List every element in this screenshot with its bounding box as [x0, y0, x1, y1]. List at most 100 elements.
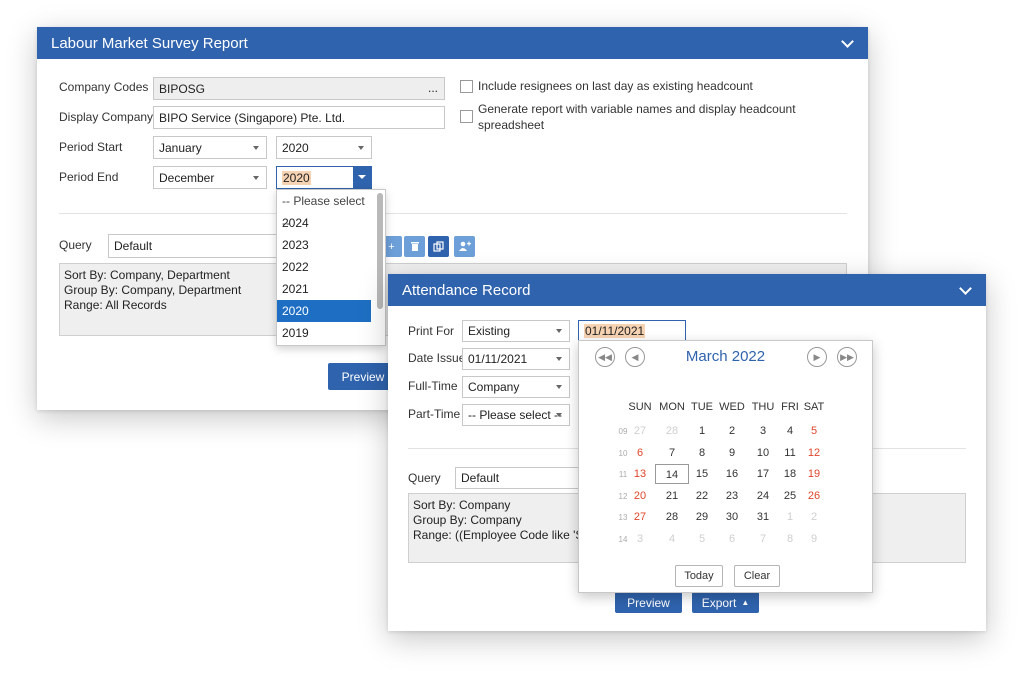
calendar-day[interactable]: 24: [748, 486, 778, 506]
delete-icon[interactable]: [404, 236, 425, 257]
today-button[interactable]: Today: [675, 565, 723, 587]
attendance-title: Attendance Record: [402, 281, 531, 299]
calendar-day[interactable]: 17: [748, 464, 778, 484]
print-for-select[interactable]: Existing: [462, 320, 570, 342]
date-issue-value: 01/11/2021: [468, 352, 528, 366]
calendar-day[interactable]: 5: [799, 421, 829, 441]
print-for-label: Print For: [408, 324, 455, 338]
calendar-day[interactable]: 20: [625, 486, 655, 506]
calendar-day[interactable]: 10: [748, 443, 778, 463]
query-label: Query: [59, 238, 92, 252]
year-option[interactable]: -- Please select --: [277, 190, 371, 230]
year-option[interactable]: 2021: [277, 278, 371, 300]
calendar-day[interactable]: 6: [717, 529, 747, 549]
chevron-down-icon[interactable]: [842, 37, 854, 49]
year-option[interactable]: 2019: [277, 322, 371, 344]
year-dropdown-list[interactable]: -- Please select -- 2024 2023 2022 2021 …: [276, 189, 386, 346]
year-option-selected[interactable]: 2020: [277, 300, 371, 322]
display-company-label: Display Company: [59, 110, 154, 124]
day-header: SUN: [628, 401, 652, 413]
date-issue-input[interactable]: 01/11/2021: [462, 348, 570, 370]
calendar-day[interactable]: 27: [625, 507, 655, 527]
calendar-day-selected[interactable]: 14: [655, 464, 689, 484]
calendar-day[interactable]: 3: [748, 421, 778, 441]
attendance-titlebar: Attendance Record: [388, 274, 986, 306]
period-end-year-select[interactable]: 2020: [276, 166, 372, 189]
period-end-month-select[interactable]: December: [153, 166, 267, 189]
period-end-year-value: 2020: [282, 170, 311, 185]
company-codes-more-button[interactable]: ...: [428, 81, 438, 95]
calendar-day[interactable]: 28: [657, 421, 687, 441]
chevron-down-icon[interactable]: [960, 284, 972, 296]
calendar-day[interactable]: 31: [748, 507, 778, 527]
clear-button[interactable]: Clear: [734, 565, 780, 587]
calendar-day[interactable]: 2: [717, 421, 747, 441]
calendar-day[interactable]: 19: [799, 464, 829, 484]
period-start-label: Period Start: [59, 140, 123, 154]
calendar-day[interactable]: 23: [717, 486, 747, 506]
part-time-select[interactable]: -- Please select --: [462, 404, 570, 426]
next-icon[interactable]: ▶: [807, 347, 827, 367]
period-end-month-value: December: [159, 170, 215, 185]
include-resignees-checkbox[interactable]: [460, 80, 473, 93]
period-start-month-select[interactable]: January: [153, 136, 267, 159]
dropdown-caret-icon[interactable]: [353, 167, 371, 188]
calendar-day[interactable]: 26: [799, 486, 829, 506]
calendar-day[interactable]: 30: [717, 507, 747, 527]
calendar-day[interactable]: 1: [687, 421, 717, 441]
add-user-icon[interactable]: [454, 236, 475, 257]
calendar-month-label[interactable]: March 2022: [579, 348, 872, 365]
year-option[interactable]: 2022: [277, 256, 371, 278]
date-issue-label: Date Issue: [408, 351, 466, 365]
year-option[interactable]: 2023: [277, 234, 371, 256]
calendar-day[interactable]: 16: [717, 464, 747, 484]
calendar-day[interactable]: 12: [799, 443, 829, 463]
calendar-day[interactable]: 3: [625, 529, 655, 549]
labour-market-title: Labour Market Survey Report: [51, 34, 248, 52]
last-page-icon[interactable]: ▶▶: [837, 347, 857, 367]
export-label: Export: [701, 595, 737, 610]
query-select[interactable]: Default: [455, 467, 595, 489]
chevron-up-icon: ▲: [741, 598, 750, 607]
period-start-year-value: 2020: [282, 140, 309, 155]
copy-icon[interactable]: [428, 236, 449, 257]
full-time-select[interactable]: Company: [462, 376, 570, 398]
calendar-day[interactable]: 27: [625, 421, 655, 441]
export-button[interactable]: Export ▲: [692, 592, 759, 613]
day-header: THU: [751, 401, 775, 413]
display-company-input[interactable]: BIPO Service (Singapore) Pte. Ltd.: [153, 106, 445, 129]
period-start-year-select[interactable]: 2020: [276, 136, 372, 159]
calendar-day[interactable]: 13: [625, 464, 655, 484]
company-codes-value: BIPOSG: [159, 81, 206, 96]
calendar-day[interactable]: 4: [657, 529, 687, 549]
date-picker-calendar[interactable]: ◀◀ ◀ March 2022 ▶ ▶▶ SUN MON TUE WED THU FRI S…: [578, 340, 873, 593]
company-codes-field[interactable]: BIPOSG ...: [153, 77, 445, 100]
calendar-day[interactable]: 21: [657, 486, 687, 506]
generate-report-label-1: Generate report with variable names and …: [478, 102, 796, 116]
part-time-label: Part-Time: [408, 407, 461, 421]
calendar-day[interactable]: 22: [687, 486, 717, 506]
full-time-value: Company: [468, 380, 520, 394]
calendar-day[interactable]: 7: [657, 443, 687, 463]
day-header: MON: [659, 401, 685, 413]
calendar-day[interactable]: 7: [748, 529, 778, 549]
period-end-label: Period End: [59, 170, 119, 184]
calendar-day[interactable]: 9: [799, 529, 829, 549]
calendar-day[interactable]: 6: [625, 443, 655, 463]
preview-button[interactable]: Preview: [615, 592, 682, 613]
calendar-day[interactable]: 8: [687, 443, 717, 463]
generate-report-checkbox[interactable]: [460, 110, 473, 123]
include-resignees-label: Include resignees on last day as existin…: [478, 79, 753, 93]
calendar-day[interactable]: 15: [687, 464, 717, 484]
calendar-day[interactable]: 5: [687, 529, 717, 549]
display-company-value: BIPO Service (Singapore) Pte. Ltd.: [159, 110, 346, 125]
part-time-value: -- Please select --: [468, 408, 563, 422]
calendar-day[interactable]: 9: [717, 443, 747, 463]
dropdown-scrollbar[interactable]: [377, 193, 383, 309]
calendar-day[interactable]: 28: [657, 507, 687, 527]
calendar-day[interactable]: 29: [687, 507, 717, 527]
print-date-input[interactable]: 01/11/2021: [578, 320, 686, 342]
labour-market-titlebar: Labour Market Survey Report: [37, 27, 868, 59]
year-option[interactable]: 2024: [277, 212, 371, 234]
calendar-day[interactable]: 2: [799, 507, 829, 527]
